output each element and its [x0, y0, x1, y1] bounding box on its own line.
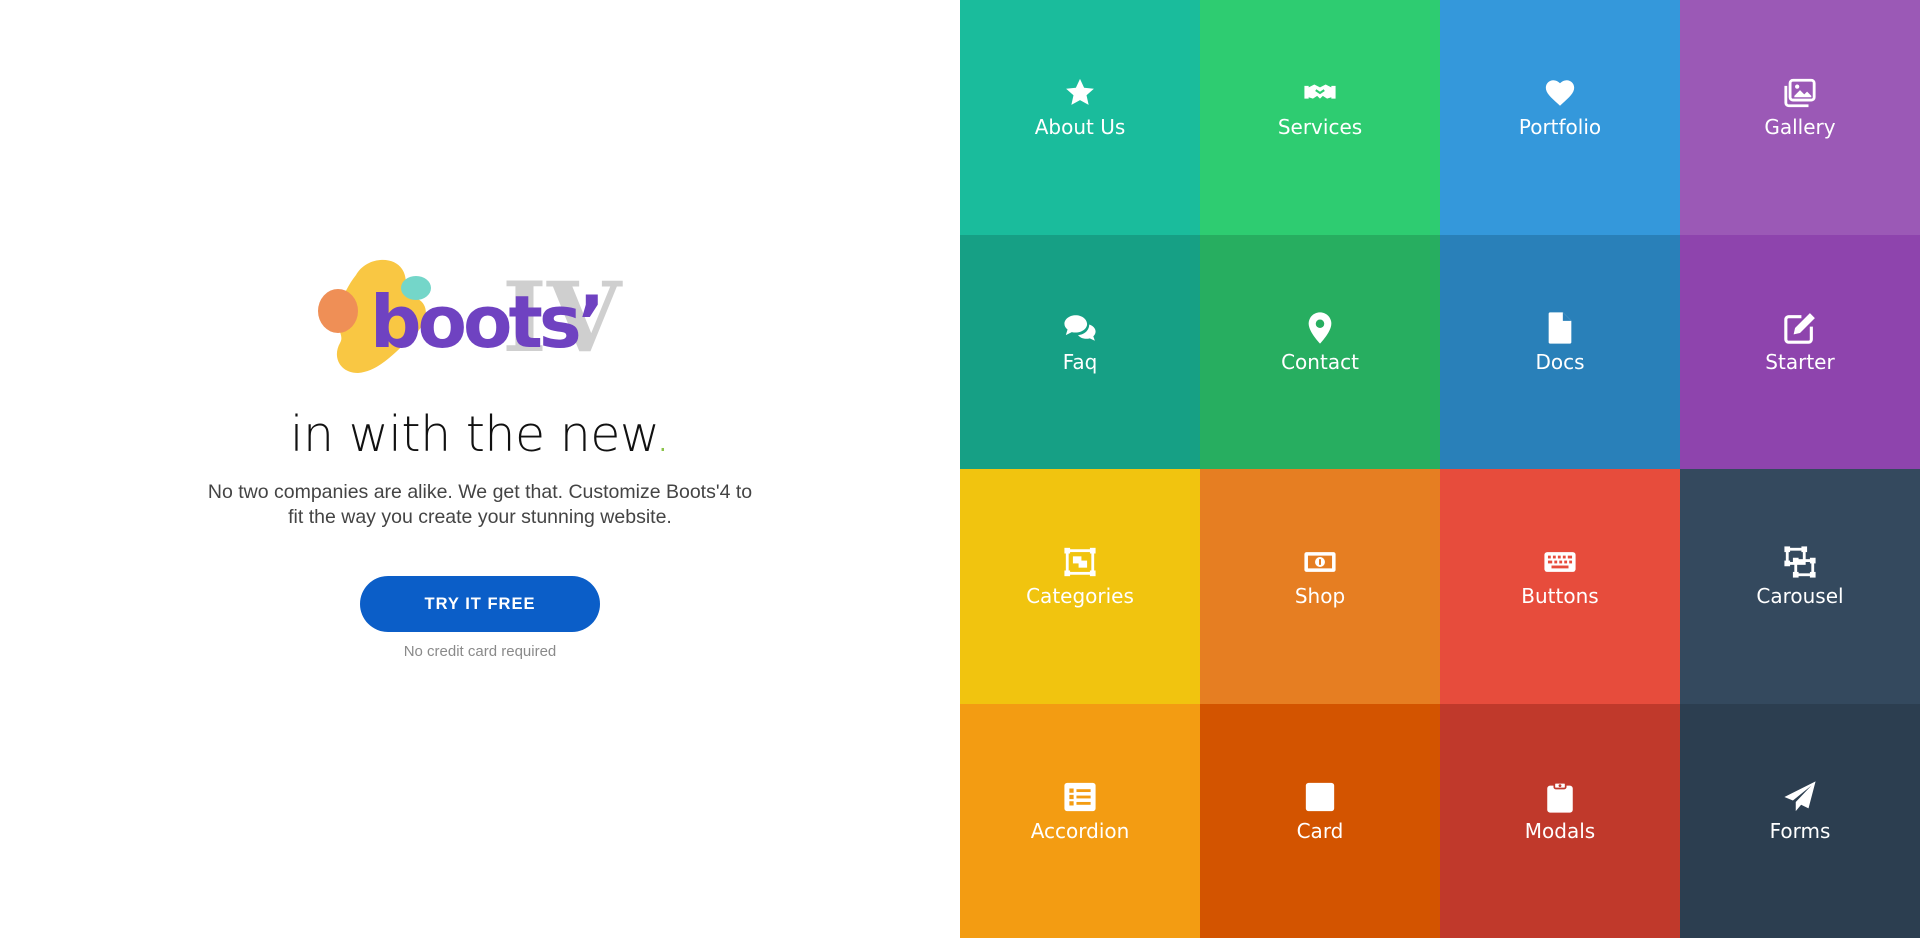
- map-marker-icon: [1303, 311, 1337, 345]
- tile-contact[interactable]: Contact: [1200, 235, 1440, 469]
- tile-label: Faq: [1062, 350, 1098, 374]
- object-ungroup-icon: [1783, 545, 1817, 579]
- file-icon: [1543, 311, 1577, 345]
- tile-modals[interactable]: Modals: [1440, 704, 1680, 938]
- svg-text:boots’: boots’: [370, 280, 601, 364]
- tile-label: Services: [1277, 115, 1363, 139]
- hero-headline: in with the new.: [0, 400, 960, 470]
- tile-label: Modals: [1524, 819, 1596, 843]
- money-bill-icon: [1303, 545, 1337, 579]
- tile-buttons[interactable]: Buttons: [1440, 469, 1680, 704]
- brand-logo[interactable]: IV boots’: [318, 255, 644, 375]
- tile-label: Gallery: [1764, 115, 1836, 139]
- tile-label: Portfolio: [1518, 115, 1602, 139]
- keyboard-icon: [1543, 545, 1577, 579]
- tile-label: About Us: [1034, 115, 1126, 139]
- tile-label: Shop: [1294, 584, 1346, 608]
- tile-label: Forms: [1769, 819, 1831, 843]
- tile-accordion[interactable]: Accordion: [960, 704, 1200, 938]
- tile-label: Categories: [1026, 584, 1134, 608]
- star-icon: [1063, 76, 1097, 110]
- images-icon: [1783, 76, 1817, 110]
- tile-carousel[interactable]: Carousel: [1680, 469, 1920, 704]
- edit-icon: [1783, 311, 1817, 345]
- square-icon: [1303, 780, 1337, 814]
- clipboard-icon: [1543, 780, 1577, 814]
- tile-grid-nav: About Us Services Portfolio Gallery Faq …: [960, 0, 1920, 938]
- tile-label: Carousel: [1756, 584, 1844, 608]
- tile-forms[interactable]: Forms: [1680, 704, 1920, 938]
- tile-categories[interactable]: Categories: [960, 469, 1200, 704]
- tile-label: Contact: [1281, 350, 1359, 374]
- hero-panel: IV boots’ in with the new. No two compan…: [0, 0, 960, 938]
- headline-dot: .: [654, 406, 671, 463]
- tile-shop[interactable]: Shop: [1200, 469, 1440, 704]
- headline-text: in with the new: [289, 406, 656, 463]
- tile-card[interactable]: Card: [1200, 704, 1440, 938]
- paper-plane-icon: [1783, 780, 1817, 814]
- hero-description: No two companies are alike. We get that.…: [207, 481, 753, 528]
- tile-label: Starter: [1765, 350, 1835, 374]
- comments-icon: [1063, 311, 1097, 345]
- tile-label: Buttons: [1521, 584, 1599, 608]
- tile-about-us[interactable]: About Us: [960, 0, 1200, 235]
- tile-label: Accordion: [1030, 819, 1130, 843]
- tile-label: Docs: [1535, 350, 1585, 374]
- try-it-free-button[interactable]: TRY IT FREE: [360, 576, 600, 632]
- tile-docs[interactable]: Docs: [1440, 235, 1680, 469]
- heart-icon: [1543, 76, 1577, 110]
- no-credit-card-note: No credit card required: [403, 643, 557, 660]
- tile-gallery[interactable]: Gallery: [1680, 0, 1920, 235]
- tile-starter[interactable]: Starter: [1680, 235, 1920, 469]
- tile-label: Card: [1296, 819, 1344, 843]
- handshake-icon: [1303, 76, 1337, 110]
- object-group-icon: [1063, 545, 1097, 579]
- tile-services[interactable]: Services: [1200, 0, 1440, 235]
- list-alt-icon: [1063, 780, 1097, 814]
- tile-portfolio[interactable]: Portfolio: [1440, 0, 1680, 235]
- tile-faq[interactable]: Faq: [960, 235, 1200, 469]
